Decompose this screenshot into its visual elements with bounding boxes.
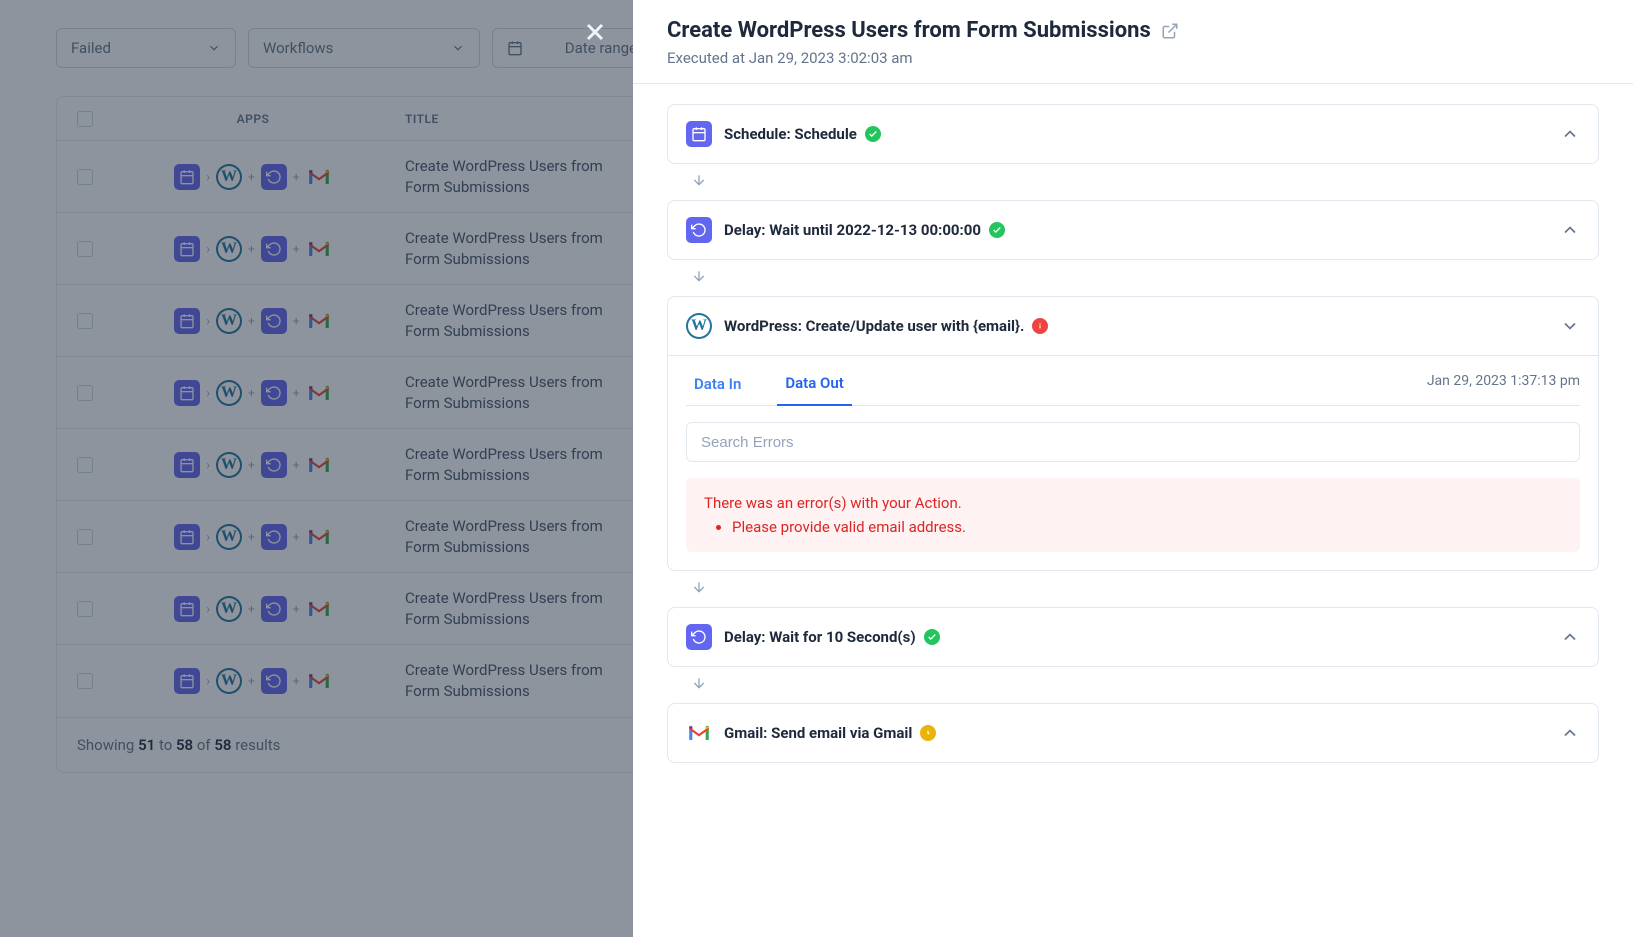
panel-body: Schedule: Schedule Delay: Wait until 202… (633, 84, 1633, 937)
step-timestamp: Jan 29, 2023 1:37:13 pm (1427, 373, 1580, 401)
schedule-icon (686, 121, 712, 147)
execution-detail-panel: Create WordPress Users from Form Submiss… (633, 0, 1633, 937)
error-item: Please provide valid email address. (732, 518, 1562, 536)
step-card: Schedule: Schedule (667, 104, 1599, 164)
panel-subtitle: Executed at Jan 29, 2023 3:02:03 am (667, 49, 1599, 67)
chevron-down-icon[interactable] (1560, 316, 1580, 336)
status-pending-badge (920, 725, 936, 741)
chevron-up-icon[interactable] (1560, 124, 1580, 144)
close-icon (581, 18, 609, 46)
arrow-down-icon (691, 675, 707, 691)
step-tabs: Data In Data Out Jan 29, 2023 1:37:13 pm (686, 356, 1580, 406)
arrow-down-icon (691, 579, 707, 595)
step-title: WordPress: Create/Update user with {emai… (724, 317, 1024, 335)
step-title: Gmail: Send email via Gmail (724, 724, 912, 742)
step-header[interactable]: Delay: Wait for 10 Second(s) (668, 608, 1598, 666)
delay-icon (686, 624, 712, 650)
panel-header: Create WordPress Users from Form Submiss… (633, 0, 1633, 84)
step-card: W WordPress: Create/Update user with {em… (667, 296, 1599, 571)
step-title: Delay: Wait for 10 Second(s) (724, 628, 916, 646)
wordpress-icon: W (686, 313, 712, 339)
chevron-up-icon[interactable] (1560, 723, 1580, 743)
search-errors-input[interactable] (686, 422, 1580, 462)
step-title: Schedule: Schedule (724, 125, 857, 143)
step-header[interactable]: Schedule: Schedule (668, 105, 1598, 163)
gmail-icon (686, 720, 712, 746)
step-header[interactable]: W WordPress: Create/Update user with {em… (668, 297, 1598, 355)
tab-data-in[interactable]: Data In (686, 369, 749, 405)
status-success-badge (865, 126, 881, 142)
chevron-up-icon[interactable] (1560, 220, 1580, 240)
status-success-badge (924, 629, 940, 645)
delay-icon (686, 217, 712, 243)
panel-title: Create WordPress Users from Form Submiss… (667, 18, 1151, 43)
step-card: Delay: Wait for 10 Second(s) (667, 607, 1599, 667)
arrow-down-icon (691, 172, 707, 188)
status-error-badge (1032, 318, 1048, 334)
step-header[interactable]: Gmail: Send email via Gmail (668, 704, 1598, 762)
step-title: Delay: Wait until 2022-12-13 00:00:00 (724, 221, 981, 239)
tab-data-out[interactable]: Data Out (777, 368, 851, 406)
error-box: There was an error(s) with your Action. … (686, 478, 1580, 552)
error-heading: There was an error(s) with your Action. (704, 494, 1562, 512)
step-body: Data In Data Out Jan 29, 2023 1:37:13 pm… (668, 355, 1598, 570)
close-panel-button[interactable] (581, 18, 609, 46)
step-card: Delay: Wait until 2022-12-13 00:00:00 (667, 200, 1599, 260)
step-card: Gmail: Send email via Gmail (667, 703, 1599, 763)
chevron-up-icon[interactable] (1560, 627, 1580, 647)
status-success-badge (989, 222, 1005, 238)
arrow-down-icon (691, 268, 707, 284)
external-link-icon[interactable] (1161, 22, 1179, 40)
step-header[interactable]: Delay: Wait until 2022-12-13 00:00:00 (668, 201, 1598, 259)
